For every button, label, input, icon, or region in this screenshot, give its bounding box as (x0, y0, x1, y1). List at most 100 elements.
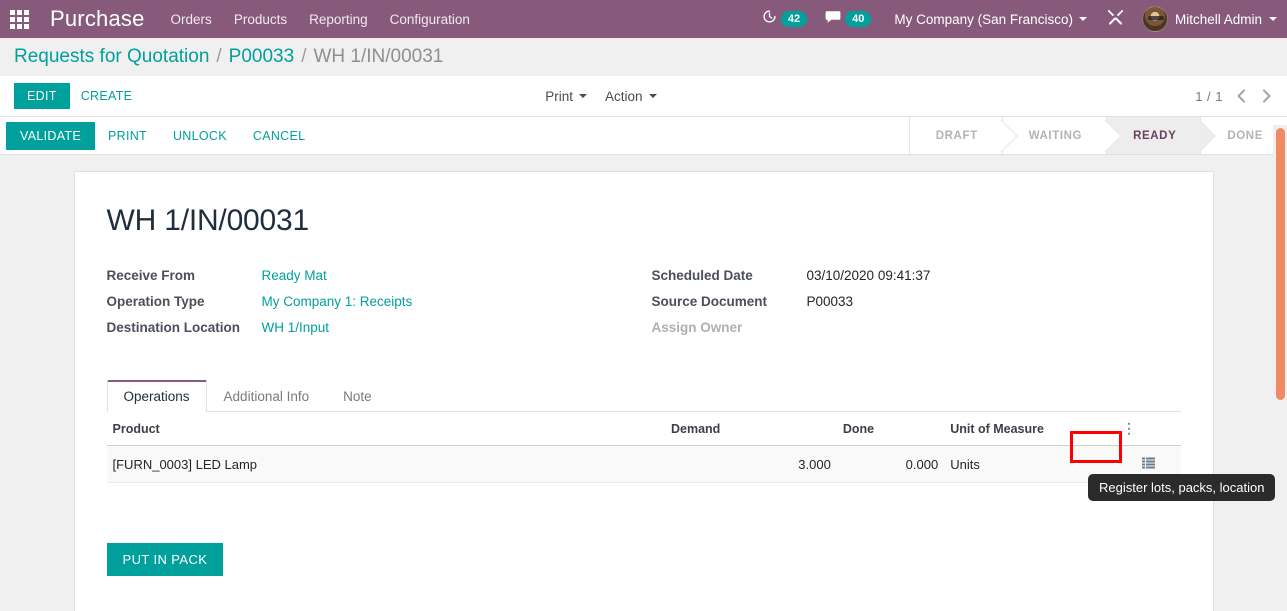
field-label: Scheduled Date (651, 268, 753, 283)
list-lines-icon (1141, 457, 1155, 472)
validate-button[interactable]: VALIDATE (6, 121, 95, 150)
statusbar-buttons: VALIDATE PRINT UNLOCK CANCEL (6, 117, 318, 154)
put-in-pack-button[interactable]: PUT IN PACK (106, 543, 224, 576)
breadcrumb-separator: / (216, 46, 222, 67)
breadcrumb-item-requests-for-quotation[interactable]: Requests for Quotation (14, 46, 209, 68)
tab-note[interactable]: Note (326, 380, 389, 412)
field-operation-type: Operation Type My Company 1: Receipts (107, 294, 644, 309)
field-destination-location: Destination Location WH 1/Input (107, 320, 644, 335)
wrench-screwdriver-icon (1107, 8, 1124, 30)
create-button[interactable]: CREATE (70, 83, 144, 109)
table-header-row: Product Demand Done Unit of Measure ⋮ (106, 412, 1181, 446)
table-body: [FURN_0003] LED Lamp 3.000 0.000 Units (106, 445, 1181, 483)
pager-next-button[interactable] (1260, 88, 1273, 104)
vertical-scrollbar[interactable] (1273, 125, 1287, 611)
chevron-down-icon (579, 94, 588, 98)
tab-operations[interactable]: Operations (106, 380, 207, 412)
form-view-background: WH 1/IN/00031 Receive From Ready Mat Ope… (0, 155, 1287, 611)
action-dropdown[interactable]: Action (603, 85, 659, 108)
column-header-unit-of-measure: Unit of Measure (944, 412, 1117, 446)
statusbar-stages: DRAFT WAITING READY DONE (908, 117, 1287, 154)
page-title: WH 1/IN/00031 (106, 204, 310, 237)
cell-product: [FURN_0003] LED Lamp (106, 445, 665, 483)
vertical-dots-icon: ⋮ (1122, 420, 1137, 436)
cell-demand: 3.000 (664, 445, 837, 483)
chevron-down-icon (1269, 17, 1277, 21)
pager-previous-button[interactable] (1235, 88, 1248, 104)
control-panel-dropdowns: Print Action (543, 85, 658, 108)
menu-item-products[interactable]: Products (234, 12, 287, 27)
field-label: Destination Location (106, 320, 241, 335)
breadcrumb-separator: / (301, 46, 307, 67)
form-column-left: Receive From Ready Mat Operation Type My… (107, 268, 644, 346)
cell-done: 0.000 (836, 445, 945, 483)
field-label: Operation Type (106, 294, 205, 309)
clock-icon (762, 9, 777, 29)
field-receive-from: Receive From Ready Mat (107, 268, 644, 283)
field-label: Source Document (651, 294, 768, 309)
field-value[interactable]: Ready Mat (262, 268, 327, 283)
field-value[interactable]: 03/10/2020 09:41:37 (807, 268, 931, 283)
optional-columns-button[interactable]: ⋮ (1116, 412, 1181, 446)
user-name-label: Mitchell Admin (1174, 11, 1262, 27)
form-sheet: WH 1/IN/00031 Receive From Ready Mat Ope… (73, 171, 1214, 611)
notebook: Operations Additional Info Note Product … (106, 380, 1181, 483)
chevron-down-icon (648, 94, 657, 98)
main-menu: Orders Products Reporting Configuration (171, 12, 470, 27)
top-navbar: Purchase Orders Products Reporting Confi… (0, 0, 1287, 38)
menu-item-reporting[interactable]: Reporting (309, 12, 368, 27)
breadcrumb: Requests for Quotation / P00033 / WH 1/I… (0, 38, 1287, 76)
unlock-button[interactable]: UNLOCK (160, 122, 240, 150)
print-dropdown[interactable]: Print (543, 85, 589, 108)
field-value[interactable]: P00033 (807, 294, 854, 309)
edit-button[interactable]: EDIT (14, 83, 70, 109)
column-header-product: Product (106, 412, 665, 446)
tab-additional-info[interactable]: Additional Info (207, 380, 327, 412)
notebook-tabs: Operations Additional Info Note (106, 380, 1181, 412)
messages-menu[interactable]: 40 (816, 10, 880, 29)
register-lots-button[interactable] (1138, 455, 1158, 473)
menu-item-configuration[interactable]: Configuration (390, 12, 470, 27)
field-scheduled-date: Scheduled Date 03/10/2020 09:41:37 (652, 268, 1181, 283)
stage-draft[interactable]: DRAFT (908, 117, 1002, 154)
breadcrumb-item-current: WH 1/IN/00031 (313, 46, 444, 67)
operations-table: Product Demand Done Unit of Measure ⋮ [F… (106, 412, 1181, 483)
column-header-done: Done (836, 412, 945, 446)
app-brand-title[interactable]: Purchase (50, 6, 145, 32)
table-head: Product Demand Done Unit of Measure ⋮ (106, 412, 1181, 446)
field-assign-owner: Assign Owner (652, 320, 1181, 335)
pager-counter: 1 / 1 (1195, 88, 1223, 104)
field-value[interactable]: My Company 1: Receipts (262, 294, 413, 309)
cancel-button[interactable]: CANCEL (240, 122, 319, 150)
form-column-right: Scheduled Date 03/10/2020 09:41:37 Sourc… (644, 268, 1181, 346)
activity-count-badge: 42 (780, 11, 808, 27)
control-panel: EDIT CREATE Print Action 1 / 1 (0, 76, 1287, 117)
apps-grid-glyph (9, 9, 29, 29)
user-menu[interactable]: Mitchell Admin (1136, 6, 1277, 32)
field-source-document: Source Document P00033 (652, 294, 1181, 309)
print-dropdown-label: Print (545, 88, 574, 104)
app-root: Purchase Orders Products Reporting Confi… (0, 0, 1287, 611)
column-header-demand: Demand (664, 412, 837, 446)
breadcrumb-item-p00033[interactable]: P00033 (229, 46, 295, 68)
form-fields: Receive From Ready Mat Operation Type My… (107, 268, 1181, 346)
company-name-label: My Company (San Francisco) (894, 11, 1073, 27)
apps-grid-icon[interactable] (0, 0, 38, 38)
message-count-badge: 40 (845, 11, 872, 27)
field-label: Assign Owner (651, 320, 743, 335)
chat-bubble-icon (825, 10, 841, 29)
pager: 1 / 1 (1195, 88, 1273, 104)
navbar-right: 42 40 My Company (San Francisco) Mitchel… (753, 6, 1277, 32)
action-dropdown-label: Action (605, 88, 643, 104)
developer-tools-button[interactable] (1095, 8, 1136, 30)
company-switcher[interactable]: My Company (San Francisco) (880, 12, 1095, 27)
scrollbar-thumb[interactable] (1276, 128, 1285, 400)
field-value[interactable]: WH 1/Input (262, 320, 330, 335)
activities-menu[interactable]: 42 (753, 9, 816, 29)
field-label: Receive From (106, 268, 196, 283)
table-row[interactable]: [FURN_0003] LED Lamp 3.000 0.000 Units (106, 445, 1181, 483)
chevron-down-icon (1078, 17, 1087, 21)
menu-item-orders[interactable]: Orders (171, 12, 212, 27)
avatar (1141, 6, 1168, 32)
print-button[interactable]: PRINT (95, 122, 160, 150)
